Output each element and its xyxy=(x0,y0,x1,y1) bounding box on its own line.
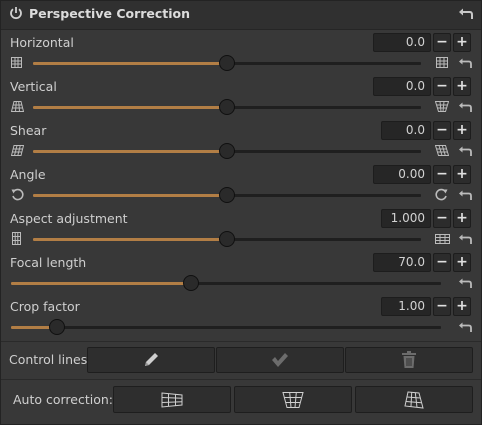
aspect-adjustment-slider-knob[interactable] xyxy=(219,231,235,247)
auto-correction-full-button[interactable] xyxy=(355,386,473,413)
vertical-plus-button[interactable]: + xyxy=(453,77,471,96)
focal-length-slider-knob[interactable] xyxy=(183,275,199,291)
shear-minus-button[interactable]: − xyxy=(433,121,451,140)
aspect-wide-icon xyxy=(435,234,450,244)
shear-value[interactable]: 0.0 xyxy=(381,121,431,140)
angle-label: Angle xyxy=(10,167,46,182)
aspect-tall-icon xyxy=(12,232,21,245)
shear-left-icon xyxy=(11,145,24,156)
angle-reset-icon[interactable] xyxy=(459,190,472,201)
horizontal-tilt-left-icon xyxy=(11,57,22,68)
shear-right-icon xyxy=(435,145,449,156)
panel-title: Perspective Correction xyxy=(29,6,191,21)
vertical-perspective-icon xyxy=(282,391,304,408)
crop-factor-minus-button[interactable]: − xyxy=(433,297,451,316)
angle-value[interactable]: 0.00 xyxy=(373,165,431,184)
divider xyxy=(1,379,481,380)
crop-factor-slider-knob[interactable] xyxy=(49,319,65,335)
aspect-adjustment-reset-icon[interactable] xyxy=(459,234,472,245)
rotate-right-icon xyxy=(435,188,448,201)
horizontal-slider-knob[interactable] xyxy=(219,55,235,71)
vertical-minus-button[interactable]: − xyxy=(433,77,451,96)
aspect-adjustment-label: Aspect adjustment xyxy=(10,211,128,226)
edit-control-lines-button[interactable] xyxy=(87,347,215,373)
focal-length-value[interactable]: 70.0 xyxy=(373,253,431,272)
pencil-icon xyxy=(145,353,158,366)
perspective-correction-panel: Perspective Correction Horizontal 0.0 − … xyxy=(0,0,482,425)
vertical-tilt-down-icon xyxy=(435,101,449,112)
horizontal-value[interactable]: 0.0 xyxy=(373,33,431,52)
vertical-tilt-up-icon xyxy=(11,101,24,112)
shear-reset-icon[interactable] xyxy=(459,146,472,157)
rotate-left-icon xyxy=(11,188,24,201)
shear-slider-knob[interactable] xyxy=(219,143,235,159)
checkmark-icon xyxy=(272,353,288,367)
full-perspective-icon xyxy=(404,390,424,409)
vertical-value[interactable]: 0.0 xyxy=(373,77,431,96)
vertical-label: Vertical xyxy=(10,79,57,94)
aspect-adjustment-plus-button[interactable]: + xyxy=(453,209,471,228)
aspect-adjustment-minus-button[interactable]: − xyxy=(433,209,451,228)
crop-factor-label: Crop factor xyxy=(10,299,80,314)
angle-plus-button[interactable]: + xyxy=(453,165,471,184)
focal-length-label: Focal length xyxy=(10,255,87,270)
focal-length-minus-button[interactable]: − xyxy=(433,253,451,272)
control-lines-label: Control lines: xyxy=(9,352,92,367)
trash-icon xyxy=(402,351,416,368)
apply-control-lines-button[interactable] xyxy=(216,347,344,373)
delete-control-lines-button[interactable] xyxy=(345,347,473,373)
crop-factor-slider[interactable] xyxy=(11,326,441,329)
horizontal-plus-button[interactable]: + xyxy=(453,33,471,52)
auto-correction-vertical-button[interactable] xyxy=(234,386,352,413)
reset-icon[interactable] xyxy=(459,8,473,20)
shear-label: Shear xyxy=(10,123,47,138)
crop-factor-reset-icon[interactable] xyxy=(459,322,472,333)
crop-factor-value[interactable]: 1.00 xyxy=(381,297,431,316)
angle-slider-knob[interactable] xyxy=(219,187,235,203)
power-icon[interactable] xyxy=(9,6,23,20)
vertical-slider-knob[interactable] xyxy=(219,99,235,115)
shear-plus-button[interactable]: + xyxy=(453,121,471,140)
horizontal-reset-icon[interactable] xyxy=(459,58,472,69)
vertical-reset-icon[interactable] xyxy=(459,102,472,113)
divider xyxy=(1,341,481,342)
focal-length-reset-icon[interactable] xyxy=(459,278,472,289)
focal-length-slider[interactable] xyxy=(11,282,441,285)
focal-length-plus-button[interactable]: + xyxy=(453,253,471,272)
angle-minus-button[interactable]: − xyxy=(433,165,451,184)
horizontal-minus-button[interactable]: − xyxy=(433,33,451,52)
panel-header: Perspective Correction xyxy=(1,1,481,30)
aspect-adjustment-value[interactable]: 1.000 xyxy=(381,209,431,228)
horizontal-perspective-icon xyxy=(161,391,183,408)
crop-factor-plus-button[interactable]: + xyxy=(453,297,471,316)
auto-correction-horizontal-button[interactable] xyxy=(113,386,231,413)
auto-correction-label: Auto correction: xyxy=(13,392,114,407)
horizontal-tilt-right-icon xyxy=(436,57,448,68)
horizontal-label: Horizontal xyxy=(10,35,74,50)
